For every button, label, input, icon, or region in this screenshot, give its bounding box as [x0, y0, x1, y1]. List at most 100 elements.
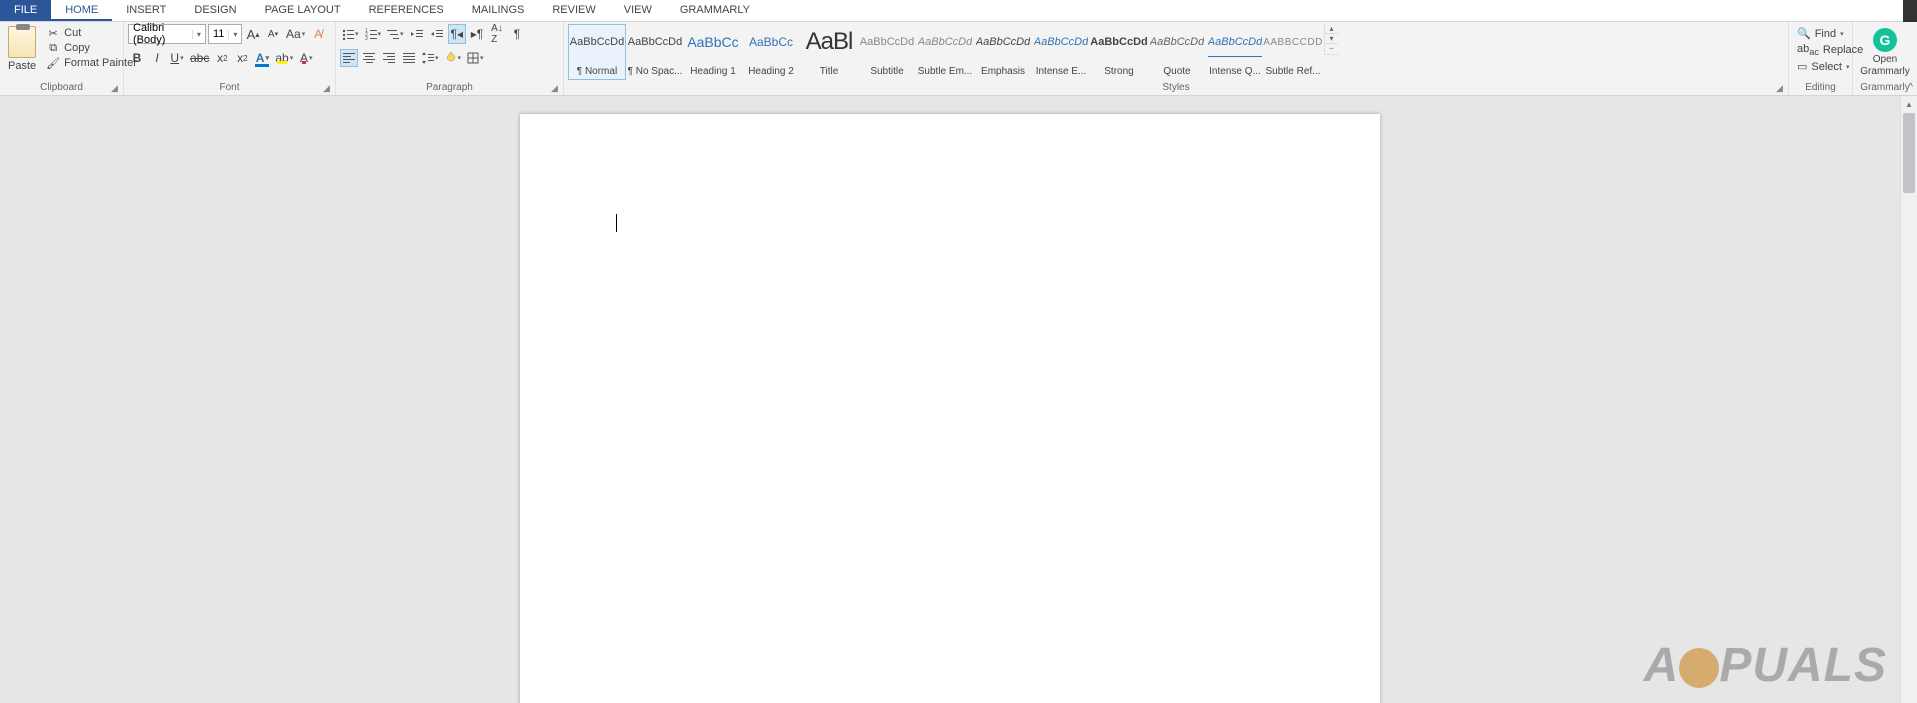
- show-marks-button[interactable]: ¶: [508, 24, 526, 44]
- line-spacing-button[interactable]: [420, 48, 441, 68]
- paragraph-launcher[interactable]: ◢: [551, 83, 561, 93]
- tab-file[interactable]: FILE: [0, 0, 51, 21]
- underline-button[interactable]: U: [168, 48, 186, 68]
- watermark: APUALS: [1644, 638, 1887, 693]
- shading-icon: [445, 52, 457, 64]
- style-item-intense-e-[interactable]: AaBbCcDdIntense E...: [1032, 24, 1090, 80]
- grammarly-label: Open Grammarly: [1860, 54, 1909, 78]
- sort-button[interactable]: A↓Z: [488, 24, 506, 44]
- styles-gallery: AaBbCcDd¶ NormalAaBbCcDd¶ No Spac...AaBb…: [568, 24, 1322, 80]
- font-size-arrow[interactable]: ▾: [228, 30, 241, 39]
- style-name: Heading 1: [690, 66, 736, 77]
- font-size-combo[interactable]: 11 ▾: [208, 24, 242, 44]
- style-item-subtle-em-[interactable]: AaBbCcDdSubtle Em...: [916, 24, 974, 80]
- ribbon-tabs: FILE HOME INSERT DESIGN PAGE LAYOUT REFE…: [0, 0, 1917, 22]
- style-preview: AaBbCcDd: [1208, 27, 1262, 57]
- grow-font-button[interactable]: A▴: [244, 24, 262, 44]
- align-center-button[interactable]: [360, 49, 378, 67]
- vertical-scrollbar: ▴: [1900, 96, 1917, 703]
- numbering-button[interactable]: 123: [363, 24, 384, 44]
- style-item-intense-q-[interactable]: AaBbCcDdIntense Q...: [1206, 24, 1264, 80]
- svg-text:3: 3: [365, 36, 368, 40]
- italic-button[interactable]: I: [148, 48, 166, 68]
- font-name-value: Calibri (Body): [129, 22, 192, 46]
- style-item-strong[interactable]: AaBbCcDdStrong: [1090, 24, 1148, 80]
- font-launcher[interactable]: ◢: [323, 83, 333, 93]
- tab-grammarly[interactable]: GRAMMARLY: [666, 0, 764, 21]
- style-preview: AaBbCcDd: [860, 27, 914, 57]
- style-item-emphasis[interactable]: AaBbCcDdEmphasis: [974, 24, 1032, 80]
- decrease-indent-button[interactable]: [408, 24, 426, 44]
- align-right-icon: [383, 53, 395, 63]
- style-item-title[interactable]: AaBlTitle: [800, 24, 858, 80]
- multilevel-list-button[interactable]: [385, 24, 406, 44]
- change-case-button[interactable]: Aa: [284, 24, 307, 44]
- find-arrow[interactable]: ▾: [1840, 30, 1844, 38]
- style-item--no-spac-[interactable]: AaBbCcDd¶ No Spac...: [626, 24, 684, 80]
- clipboard-group-label: Clipboard: [4, 82, 119, 95]
- replace-icon: abac: [1797, 43, 1819, 57]
- text-effects-button[interactable]: A: [253, 48, 271, 68]
- style-preview: AaBl: [806, 27, 853, 57]
- styles-scroll-down[interactable]: ▾: [1325, 34, 1338, 44]
- paste-label: Paste: [8, 60, 36, 72]
- tab-mailings[interactable]: MAILINGS: [458, 0, 539, 21]
- scroll-thumb[interactable]: [1903, 113, 1915, 193]
- bold-button[interactable]: B: [128, 48, 146, 68]
- font-name-combo[interactable]: Calibri (Body) ▾: [128, 24, 206, 44]
- paste-button[interactable]: Paste: [4, 24, 40, 74]
- rtl-button[interactable]: ▸¶: [468, 24, 486, 44]
- justify-button[interactable]: [400, 49, 418, 67]
- tab-page-layout[interactable]: PAGE LAYOUT: [251, 0, 355, 21]
- bullets-icon: [342, 28, 354, 40]
- style-preview: AaBbCcDd: [1090, 27, 1147, 57]
- style-item--normal[interactable]: AaBbCcDd¶ Normal: [568, 24, 626, 80]
- font-name-arrow[interactable]: ▾: [192, 30, 205, 39]
- borders-button[interactable]: [465, 48, 486, 68]
- style-item-heading-2[interactable]: AaBbCc Heading 2: [742, 24, 800, 80]
- strikethrough-button[interactable]: abc: [188, 48, 211, 68]
- styles-scroll-up[interactable]: ▴: [1325, 24, 1338, 34]
- tab-design[interactable]: DESIGN: [180, 0, 250, 21]
- group-editing: 🔍 Find ▾ abac Replace ▭ Select ▾ Editing: [1789, 22, 1853, 95]
- font-color-button[interactable]: A: [297, 48, 315, 68]
- style-preview: AABBCCDD: [1263, 27, 1323, 57]
- align-right-button[interactable]: [380, 49, 398, 67]
- select-arrow[interactable]: ▾: [1846, 63, 1850, 71]
- collapse-ribbon-button[interactable]: ^: [1908, 82, 1913, 93]
- editing-group-label: Editing: [1793, 82, 1848, 95]
- subscript-button[interactable]: x2: [213, 48, 231, 68]
- superscript-button[interactable]: x2: [233, 48, 251, 68]
- style-item-subtitle[interactable]: AaBbCcDdSubtitle: [858, 24, 916, 80]
- styles-scroll: ▴ ▾ ⎯: [1324, 24, 1338, 55]
- tab-view[interactable]: VIEW: [610, 0, 666, 21]
- clear-formatting-button[interactable]: A̸: [309, 24, 327, 44]
- style-name: Heading 2: [748, 66, 794, 77]
- open-grammarly-button[interactable]: G Open Grammarly: [1852, 24, 1917, 82]
- style-item-subtle-ref-[interactable]: AABBCCDDSubtle Ref...: [1264, 24, 1322, 80]
- shrink-font-button[interactable]: A▾: [264, 24, 282, 44]
- align-left-button[interactable]: [340, 49, 358, 67]
- tab-insert[interactable]: INSERT: [112, 0, 180, 21]
- style-preview: AaBbCcDd: [918, 27, 972, 57]
- increase-indent-button[interactable]: [428, 24, 446, 44]
- styles-launcher[interactable]: ◢: [1776, 83, 1786, 93]
- scroll-up-button[interactable]: ▴: [1901, 96, 1917, 113]
- tab-review[interactable]: REVIEW: [538, 0, 609, 21]
- copy-icon: ⧉: [46, 42, 60, 54]
- style-item-heading-1[interactable]: AaBbCcHeading 1: [684, 24, 742, 80]
- align-left-icon: [343, 53, 355, 63]
- style-item-quote[interactable]: AaBbCcDdQuote: [1148, 24, 1206, 80]
- shading-button[interactable]: [443, 48, 464, 68]
- clipboard-launcher[interactable]: ◢: [111, 83, 121, 93]
- ltr-button[interactable]: ¶◂: [448, 24, 466, 44]
- highlight-button[interactable]: ab: [273, 48, 295, 68]
- grammarly-group-label: Grammarly: [1857, 82, 1913, 95]
- styles-expand[interactable]: ⎯: [1325, 44, 1338, 55]
- watermark-face-icon: [1679, 648, 1719, 688]
- bullets-button[interactable]: [340, 24, 361, 44]
- style-preview: AaBbCc: [749, 27, 793, 57]
- tab-home[interactable]: HOME: [51, 0, 112, 21]
- tab-references[interactable]: REFERENCES: [355, 0, 458, 21]
- document-page[interactable]: [520, 114, 1380, 703]
